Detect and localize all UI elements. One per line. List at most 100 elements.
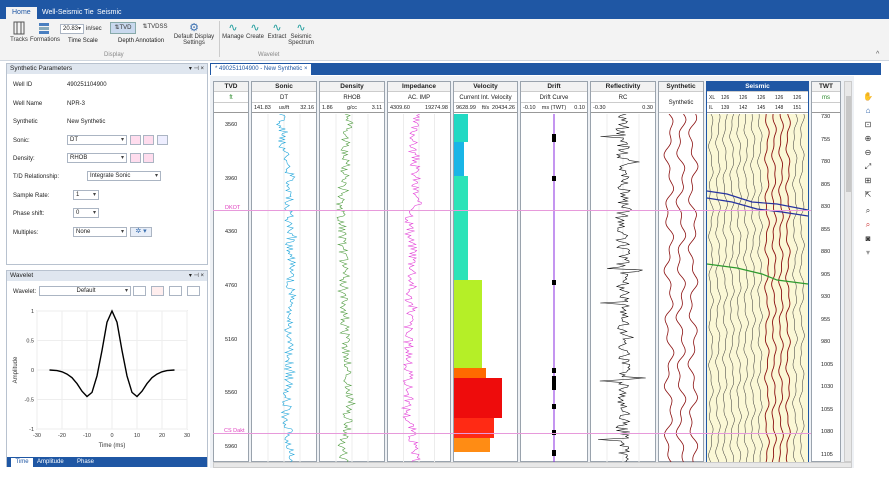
seismic-trace — [736, 114, 742, 462]
vertical-scroll-thumb[interactable] — [846, 96, 851, 192]
density-edit-icon[interactable] — [130, 153, 141, 163]
velocity-block — [454, 368, 486, 378]
measure-icon[interactable]: ⌕ — [863, 220, 873, 230]
vertical-scrollbar[interactable] — [844, 81, 852, 462]
twt-unit: ms — [812, 93, 840, 103]
well-name-value: NPR-3 — [67, 101, 86, 107]
phase-shift-stepper[interactable]: 0 — [73, 208, 99, 218]
wavelet-spectrum-icon[interactable] — [187, 286, 200, 296]
velocity-block — [454, 418, 494, 438]
drift-knee — [552, 368, 556, 373]
wavelet-chart: -30 -20 -10 0 10 20 30 -1 -0.5 0 0.5 1 Time (ms) Ampl… — [13, 309, 190, 449]
twt-tick-label: 1030 — [821, 384, 834, 391]
default-display-settings-button[interactable]: ⚙ Default Display Settings — [172, 21, 216, 46]
zoom-in-icon[interactable]: ⊕ — [863, 134, 873, 144]
seismic-trace — [750, 114, 756, 462]
tab-time[interactable]: Time — [11, 458, 33, 467]
pan-icon[interactable]: ✋ — [863, 92, 873, 102]
tvd-tick-label: 4360 — [225, 229, 238, 236]
reflectivity-curve: RC — [591, 93, 655, 103]
horizontal-scrollbar[interactable] — [213, 462, 852, 468]
multiples-label: Multiples: — [13, 230, 39, 236]
xl-value: 126 — [775, 95, 784, 101]
tvd-tick-label: 3960 — [225, 175, 238, 182]
camera-icon[interactable]: ◙ — [863, 234, 873, 244]
multiples-select[interactable]: None — [73, 227, 127, 237]
extract-wavelet-button[interactable]: ∿ Extract — [266, 21, 288, 40]
sonic-table-icon[interactable] — [157, 135, 168, 145]
multiples-settings-icon[interactable]: ✲ ▾ — [130, 227, 152, 237]
x-tick-label: 30 — [184, 433, 190, 439]
synthetic-traces — [663, 114, 699, 462]
create-wavelet-button[interactable]: ∿ Create — [245, 21, 265, 40]
wavelet-extract-icon: ∿ — [272, 22, 282, 34]
density-copy-icon[interactable] — [143, 153, 154, 163]
select-icon[interactable]: ⇱ — [863, 190, 873, 200]
density-curve: RHOB — [320, 93, 384, 103]
search-icon[interactable]: ⌕ — [863, 206, 873, 216]
sonic-edit-icon[interactable] — [130, 135, 141, 145]
tab-phase[interactable]: Phase — [77, 458, 94, 467]
manage-wavelet-button[interactable]: ∿ Manage — [222, 21, 244, 40]
seismic-trace — [729, 114, 735, 462]
wavelet-select[interactable]: Default — [39, 286, 131, 296]
zoom-box-icon[interactable]: ⊡ — [863, 120, 873, 130]
home-icon[interactable]: ⌂ — [863, 106, 873, 116]
tracks-icon — [13, 21, 25, 35]
seismic-track: Seismic XL 126 126 126 126 126 IL 139 142 145 148… — [706, 81, 809, 462]
twt-blank — [812, 103, 840, 113]
density-title: Density — [320, 82, 384, 92]
x-tick-label: -30 — [33, 433, 41, 439]
drift-track: Drift Drift Curve -0.10 ms (TWT) 0.10 — [520, 81, 588, 462]
more-icon[interactable]: ▾ — [863, 248, 873, 258]
tvdss-label: TVDSS — [147, 24, 168, 30]
fit-icon[interactable]: ⤢ — [863, 162, 873, 172]
density-select[interactable]: RHOB — [67, 153, 127, 163]
drift-knee — [552, 450, 556, 456]
wavelet-label: Wavelet: — [13, 289, 37, 295]
tab-seismic[interactable]: Seismic — [91, 7, 128, 19]
document-tab[interactable]: * 490251104900 - New Synthetic × — [211, 64, 312, 75]
x-tick-label: 0 — [110, 433, 113, 439]
collapse-ribbon-icon[interactable]: ^ — [876, 51, 879, 58]
tvd-button[interactable]: ⇅TVD — [110, 22, 136, 34]
tvdss-button[interactable]: ⇅TVDSS — [139, 22, 171, 34]
wavelet-create-icon: ∿ — [250, 22, 260, 34]
wavelet-view-icon[interactable] — [133, 286, 146, 296]
sample-rate-stepper[interactable]: 1 — [73, 190, 99, 200]
tab-home[interactable]: Home — [6, 7, 37, 19]
wavelet-pin-icon[interactable]: ▾ ⊣ × — [189, 272, 204, 279]
tab-amplitude[interactable]: Amplitude — [37, 458, 64, 467]
seismic-trace — [757, 114, 763, 462]
tvd-tick-label: 5560 — [225, 390, 238, 397]
density-curve-plot — [335, 114, 369, 462]
reflectivity-min: -0.30 — [593, 105, 606, 111]
zoom-window-icon[interactable]: ⊞ — [863, 176, 873, 186]
twt-tick-label: 855 — [821, 226, 831, 233]
drift-knee — [552, 280, 556, 285]
tracks-button[interactable]: Tracks — [8, 21, 30, 43]
velocity-block — [454, 142, 464, 176]
wavelet-edit-icon[interactable] — [169, 286, 182, 296]
sonic-scale: 141.83 us/ft 32.16 — [252, 103, 316, 113]
marker-line-cs-dakt — [213, 433, 811, 434]
wavelet-grid-icon[interactable] — [151, 286, 164, 296]
time-scale-input[interactable]: 20.83 — [60, 24, 84, 34]
close-icon[interactable]: × — [304, 66, 308, 72]
seismic-spectrum-label: Seismic Spectrum — [288, 34, 314, 46]
synthetic-title: Synthetic — [659, 82, 703, 92]
marker-cs-dakt-label: CS Dakt — [224, 428, 245, 434]
panel-title: Synthetic Parameters — [7, 64, 207, 74]
y-tick-label: 0.5 — [26, 339, 34, 345]
sonic-select[interactable]: DT — [67, 135, 127, 145]
velocity-max: 20434.26 — [492, 105, 515, 111]
seismic-spectrum-button[interactable]: ∿ Seismic Spectrum — [288, 21, 314, 46]
td-relationship-select[interactable]: Integrate Sonic — [87, 171, 161, 181]
zoom-out-icon[interactable]: ⊖ — [863, 148, 873, 158]
display-group-label: Display — [104, 52, 124, 58]
pin-icon[interactable]: ▾ ⊣ × — [189, 65, 204, 72]
formations-button[interactable]: Formations — [30, 21, 60, 43]
sonic-copy-icon[interactable] — [143, 135, 154, 145]
document-tab-bar: * 490251104900 - New Synthetic × — [210, 63, 881, 75]
seismic-trace — [785, 114, 791, 462]
